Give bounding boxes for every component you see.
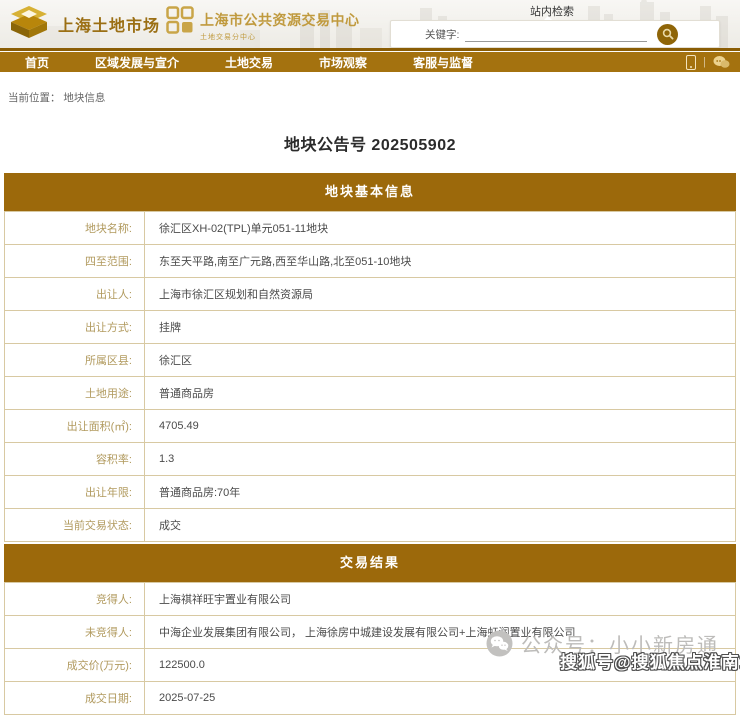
- table-row: 成交日期:2025-07-25: [5, 682, 736, 715]
- nav-item-1[interactable]: 区域发展与宣介: [95, 54, 179, 71]
- section-title: 地块基本信息: [4, 173, 736, 211]
- table-row: 成交价(万元):122500.0: [5, 649, 736, 682]
- nav-icons: |: [686, 55, 730, 70]
- nav-item-2[interactable]: 土地交易: [225, 54, 273, 71]
- keyword-input[interactable]: [465, 27, 647, 42]
- search-button[interactable]: [657, 24, 678, 45]
- row-value: 普通商品房:70年: [145, 476, 736, 509]
- table-row: 地块名称:徐汇区XH-02(TPL)单元051-11地块: [5, 212, 736, 245]
- section-title: 交易结果: [4, 544, 736, 582]
- table-row: 出让方式:挂牌: [5, 311, 736, 344]
- table-row: 竞得人:上海祺祥旺宇置业有限公司: [5, 583, 736, 616]
- search-icon: [662, 28, 674, 40]
- row-label: 未竞得人:: [5, 616, 145, 649]
- breadcrumb-current[interactable]: 地块信息: [63, 92, 105, 104]
- row-value: 东至天平路,南至广元路,西至华山路,北至051-10地块: [145, 245, 736, 278]
- row-label: 成交价(万元):: [5, 649, 145, 682]
- row-label: 成交日期:: [5, 682, 145, 715]
- main-nav: 首页 区域发展与宣介 土地交易 市场观察 客服与监督 |: [0, 52, 740, 72]
- site-header: 上海土地市场 上海市公共资源交易中心 土地交易分中心 站内检索 关键字:: [0, 0, 740, 48]
- row-label: 出让年限:: [5, 476, 145, 509]
- info-table: 竞得人:上海祺祥旺宇置业有限公司未竞得人:中海企业发展集团有限公司， 上海徐房中…: [4, 582, 736, 715]
- page-title: 地块公告号 202505902: [0, 131, 740, 155]
- nav-icon-divider: |: [703, 56, 706, 68]
- section-1: 交易结果竞得人:上海祺祥旺宇置业有限公司未竞得人:中海企业发展集团有限公司， 上…: [4, 544, 736, 715]
- row-label: 出让方式:: [5, 311, 145, 344]
- row-label: 容积率:: [5, 443, 145, 476]
- section-0: 地块基本信息地块名称:徐汇区XH-02(TPL)单元051-11地块四至范围:东…: [4, 173, 736, 542]
- chat-icon-glyph: [713, 55, 730, 69]
- breadcrumb: 当前位置： 地块信息: [8, 90, 740, 105]
- row-label: 土地用途:: [5, 377, 145, 410]
- logo2-subtitle: 土地交易分中心: [200, 32, 360, 42]
- table-row: 出让年限:普通商品房:70年: [5, 476, 736, 509]
- keyword-label: 关键字:: [425, 27, 459, 42]
- row-value: 4705.49: [145, 410, 736, 443]
- row-label: 出让面积(㎡):: [5, 410, 145, 443]
- row-value: 挂牌: [145, 311, 736, 344]
- breadcrumb-prefix: 当前位置：: [8, 92, 61, 104]
- nav-item-4[interactable]: 客服与监督: [413, 54, 473, 71]
- row-label: 竞得人:: [5, 583, 145, 616]
- row-value: 成交: [145, 509, 736, 542]
- row-label: 出让人:: [5, 278, 145, 311]
- row-label: 当前交易状态:: [5, 509, 145, 542]
- table-row: 未竞得人:中海企业发展集团有限公司， 上海徐房中城建设发展有限公司+上海虹润置业…: [5, 616, 736, 649]
- row-value: 2025-07-25: [145, 682, 736, 715]
- nav-item-0[interactable]: 首页: [25, 54, 49, 71]
- row-value: 中海企业发展集团有限公司， 上海徐房中城建设发展有限公司+上海虹润置业有限公司: [145, 616, 736, 649]
- search-box: 关键字:: [390, 20, 720, 48]
- logo-public-resources-center[interactable]: 上海市公共资源交易中心 土地交易分中心: [166, 6, 360, 42]
- nav-items: 首页 区域发展与宣介 土地交易 市场观察 客服与监督: [0, 54, 473, 71]
- table-row: 容积率:1.3: [5, 443, 736, 476]
- table-row: 土地用途:普通商品房: [5, 377, 736, 410]
- land-market-logo-icon: [8, 5, 50, 43]
- info-table: 地块名称:徐汇区XH-02(TPL)单元051-11地块四至范围:东至天平路,南…: [4, 211, 736, 542]
- row-value: 徐汇区XH-02(TPL)单元051-11地块: [145, 212, 736, 245]
- nav-item-3[interactable]: 市场观察: [319, 54, 367, 71]
- logo2-title: 上海市公共资源交易中心: [200, 10, 360, 30]
- row-value: 普通商品房: [145, 377, 736, 410]
- row-value: 1.3: [145, 443, 736, 476]
- logo-shanghai-land-market[interactable]: 上海土地市场: [8, 5, 160, 43]
- mobile-icon[interactable]: [686, 55, 696, 70]
- row-label: 地块名称:: [5, 212, 145, 245]
- row-label: 四至范围:: [5, 245, 145, 278]
- table-row: 四至范围:东至天平路,南至广元路,西至华山路,北至051-10地块: [5, 245, 736, 278]
- row-value: 徐汇区: [145, 344, 736, 377]
- row-label: 所属区县:: [5, 344, 145, 377]
- row-value: 122500.0: [145, 649, 736, 682]
- grid-logo-icon: [166, 6, 194, 36]
- table-row: 出让人:上海市徐汇区规划和自然资源局: [5, 278, 736, 311]
- table-row: 出让面积(㎡):4705.49: [5, 410, 736, 443]
- table-row: 当前交易状态:成交: [5, 509, 736, 542]
- row-value: 上海市徐汇区规划和自然资源局: [145, 278, 736, 311]
- logo1-title: 上海土地市场: [58, 12, 160, 36]
- table-row: 所属区县:徐汇区: [5, 344, 736, 377]
- sections: 地块基本信息地块名称:徐汇区XH-02(TPL)单元051-11地块四至范围:东…: [4, 173, 736, 715]
- chat-bubbles-icon[interactable]: [713, 55, 730, 69]
- row-value: 上海祺祥旺宇置业有限公司: [145, 583, 736, 616]
